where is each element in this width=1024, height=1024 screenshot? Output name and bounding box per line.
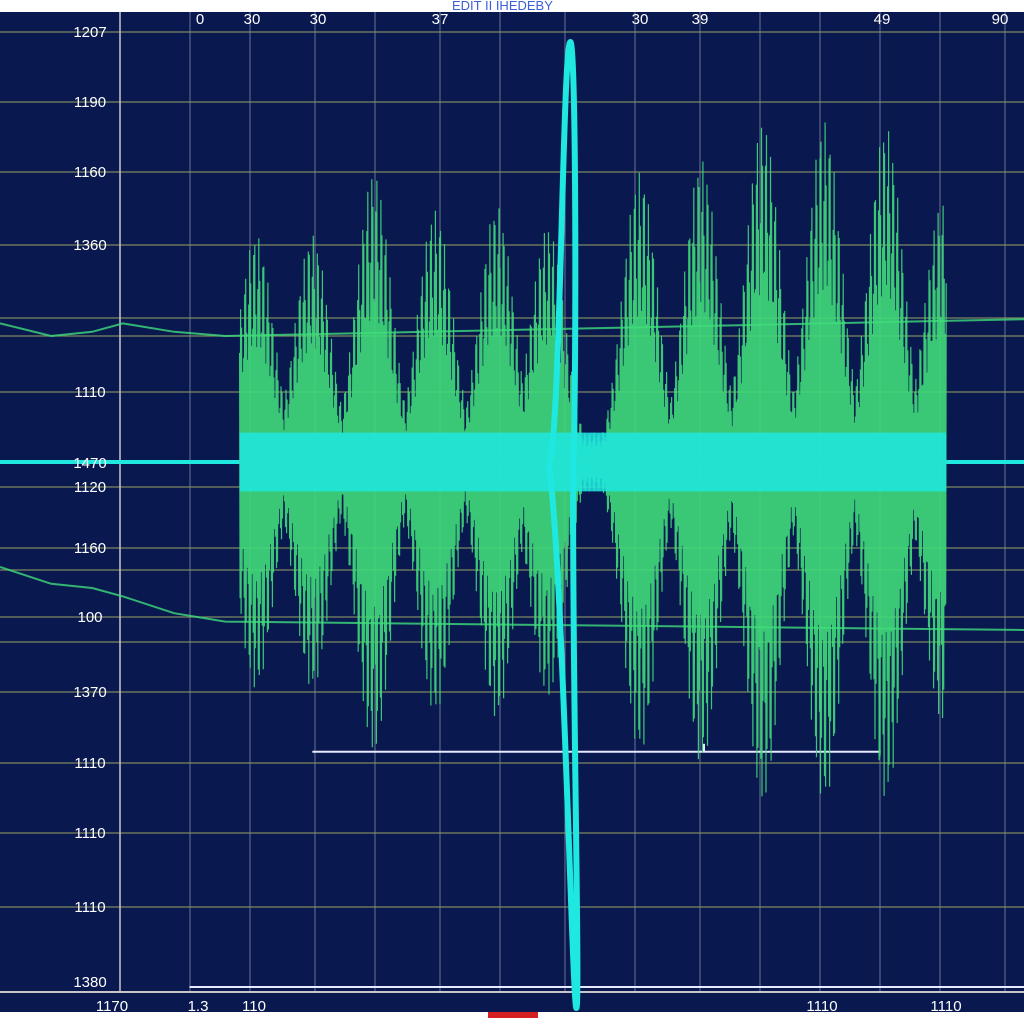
x-tick-label-top-0: 0 <box>196 11 204 28</box>
y-tick-label-9: 1370 <box>73 684 106 701</box>
y-tick-label-8: 100 <box>77 609 102 626</box>
x-tick-label-bottom-2: 110 <box>242 998 266 1015</box>
y-tick-label-6: 1120 <box>74 479 106 496</box>
x-tick-label-bottom-3: 1110 <box>806 998 837 1015</box>
y-tick-label-1: 1190 <box>74 94 106 111</box>
y-tick-label-13: 1380 <box>73 974 106 991</box>
x-tick-label-top-10: 49 <box>874 11 891 28</box>
y-tick-label-11: 1110 <box>74 825 105 842</box>
y-tick-label-4: 1110 <box>74 384 105 401</box>
x-tick-label-top-3: 37 <box>432 11 449 28</box>
x-tick-label-top-1: 30 <box>244 11 261 28</box>
oscilloscope-display: 0 30 30 37 30 39 49 90 1170 1.3 110 1110 1110 1207 119… <box>0 0 1024 1024</box>
x-tick-label-bottom-0: 1170 <box>96 998 128 1015</box>
y-tick-label-3: 1360 <box>73 237 106 254</box>
x-tick-label-top-6: 30 <box>632 11 649 28</box>
chart-title: EDIT II IHEDEBY <box>452 0 553 13</box>
waveform-chart: 0 30 30 37 30 39 49 90 1170 1.3 110 1110 1110 1207 119… <box>0 0 1024 1018</box>
x-tick-label-bottom-1: 1.3 <box>188 998 209 1015</box>
x-tick-label-top-7: 39 <box>692 11 709 28</box>
x-tick-label-top-2: 30 <box>310 11 327 28</box>
position-indicator[interactable] <box>488 1012 538 1018</box>
y-tick-label-5: 1470 <box>73 455 106 472</box>
y-tick-label-7: 1160 <box>74 540 106 557</box>
y-tick-label-12: 1110 <box>74 899 105 916</box>
y-tick-label-2: 1160 <box>74 164 106 181</box>
x-tick-label-top-11: 90 <box>992 11 1009 28</box>
x-tick-label-bottom-4: 1110 <box>930 998 961 1015</box>
y-tick-label-0: 1207 <box>73 24 106 41</box>
burst-band <box>239 432 947 492</box>
y-tick-label-10: 1110 <box>74 755 105 772</box>
